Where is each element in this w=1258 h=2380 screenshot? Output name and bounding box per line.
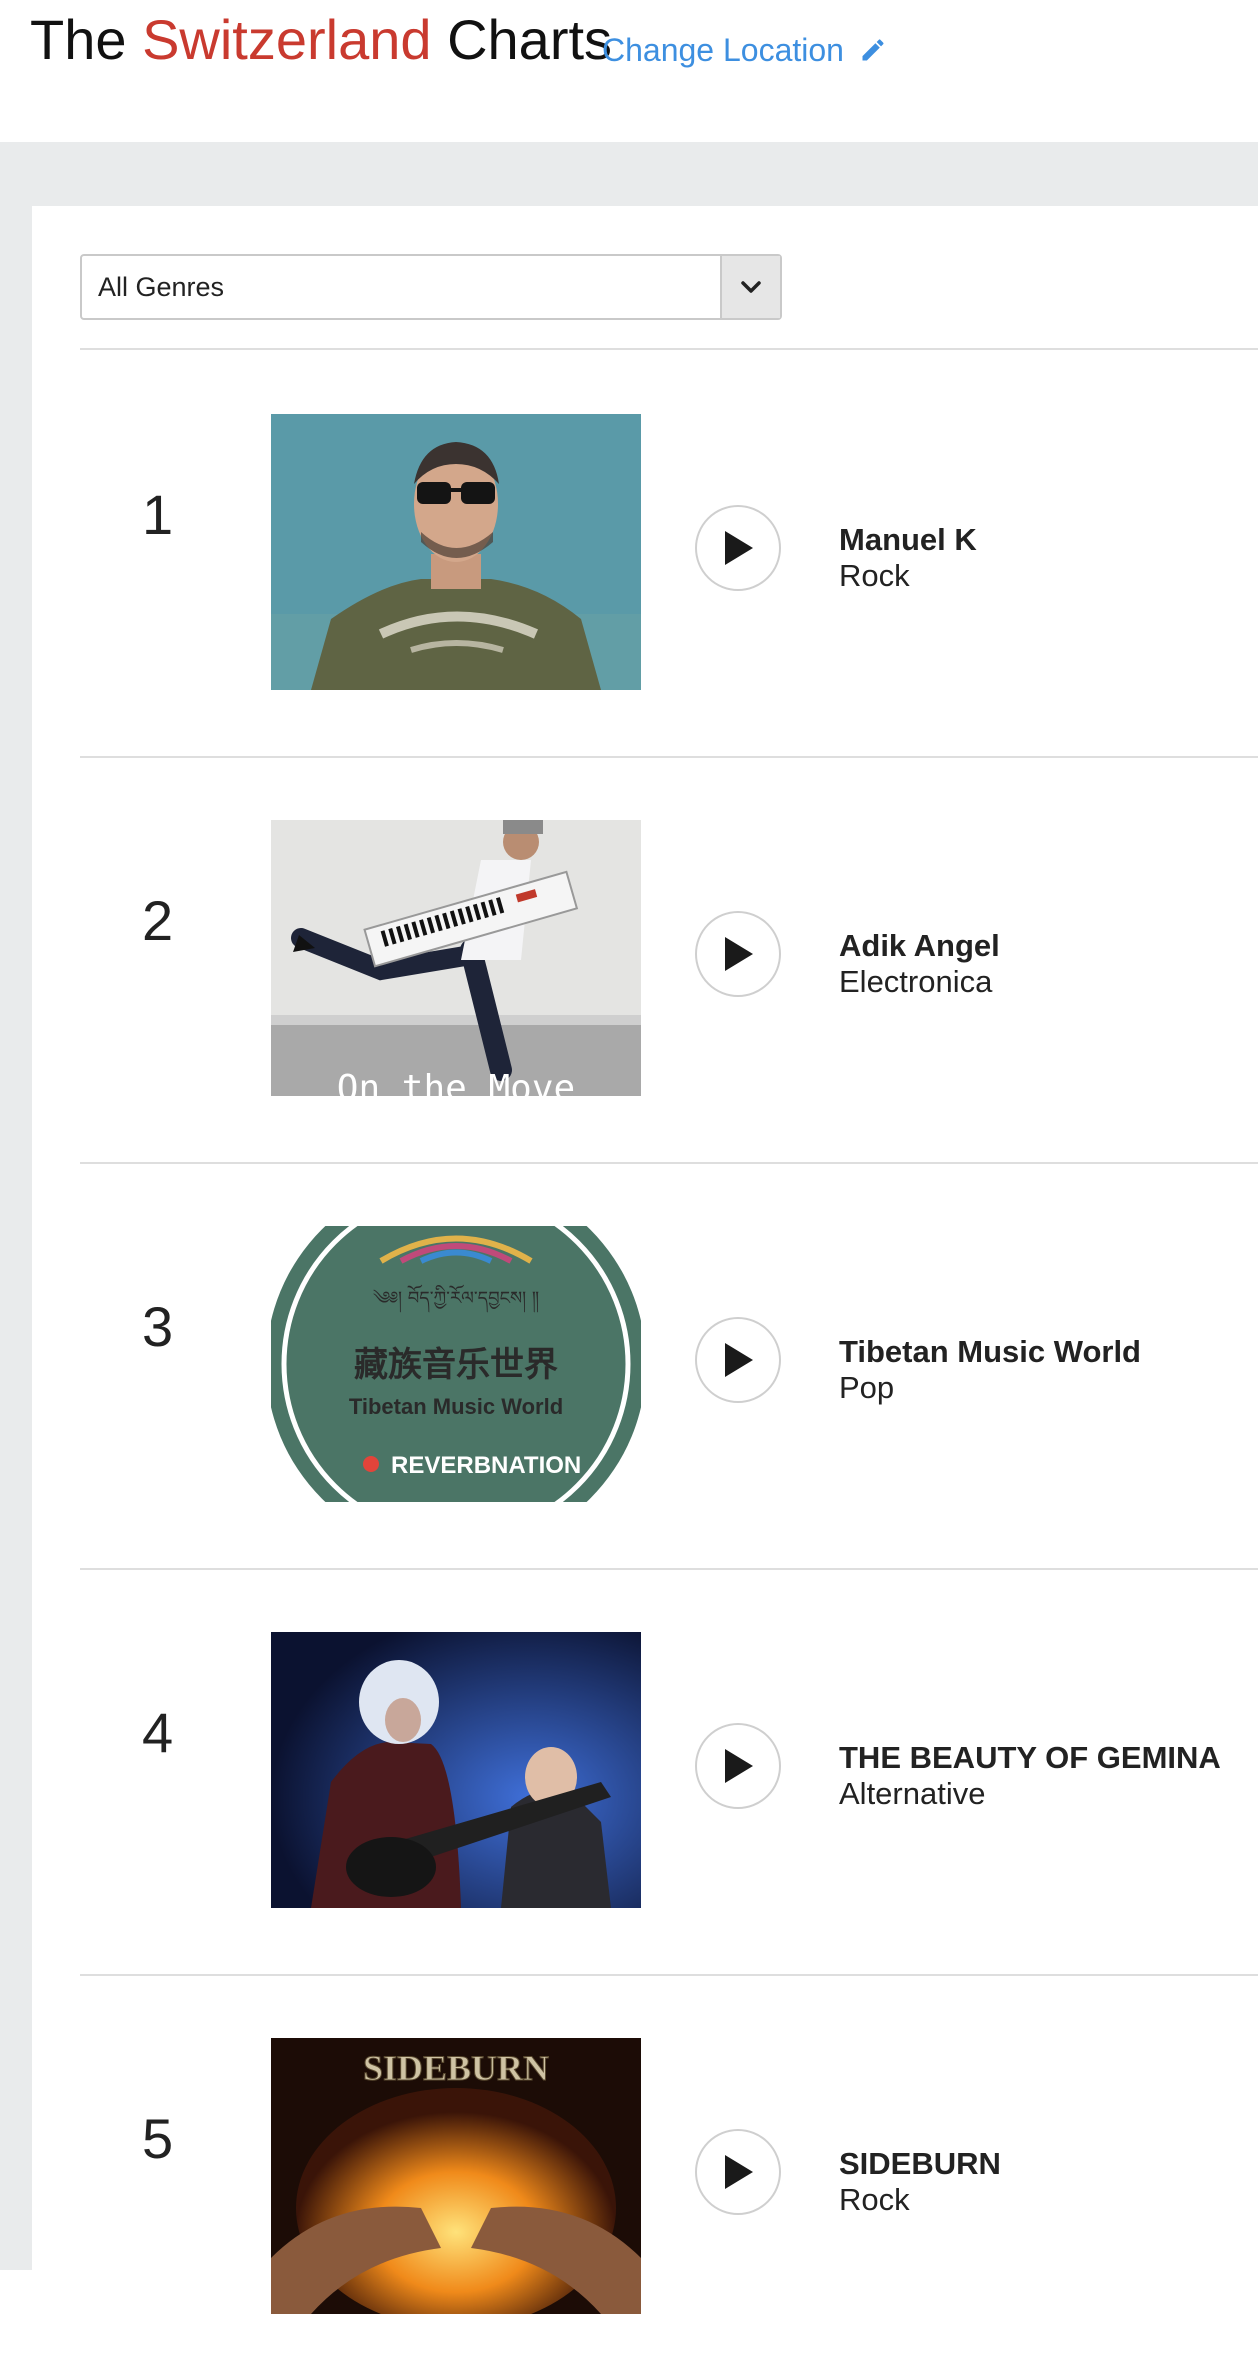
artist-image[interactable]: ༄༅། བོད་ཀྱི་རོལ་དབྱངས། ༎ 藏族音乐世界 Tibetan … [271,1226,641,1502]
artist-image[interactable]: SIDEBURN [271,2038,641,2314]
play-button[interactable] [695,1723,781,1809]
chart-row-4: 4 THE BEAUTY OF GEMINA Alternative [32,1568,1258,1974]
rank-number: 1 [142,483,174,546]
art-title-cn: 藏族音乐世界 [354,1345,558,1385]
art-caption: On the Move [337,1068,575,1096]
rank-number: 3 [142,1295,174,1358]
artist-genre: Pop [839,1370,895,1405]
title-suffix: Charts [447,8,613,71]
artist-name[interactable]: Adik Angel [839,928,1000,964]
artist-image[interactable] [271,1632,641,1908]
chevron-down-icon [741,281,761,293]
chart-row-1: 1 Manuel K Rock [32,350,1258,756]
chart-row-2: 2 On the Move Adik Angel Electronica [32,756,1258,1162]
chart-row-3: 3 ༄༅། བོད་ཀྱི་རོལ་དབྱངས། ༎ 藏族音乐世界 Tibeta… [32,1162,1258,1568]
rank-number: 4 [142,1701,174,1764]
genre-select[interactable]: All Genres [80,254,782,320]
svg-text:༄༅། བོད་ཀྱི་རོལ་དབྱངས། ༎: ༄༅། བོད་ཀྱི་རོལ་དབྱངས། ༎ [373,1284,539,1313]
title-country: Switzerland [142,8,432,71]
art-band-logo: SIDEBURN [363,2048,549,2088]
play-icon [725,1749,753,1783]
change-location-label: Change Location [602,32,844,68]
artist-name[interactable]: Manuel K [839,522,977,558]
page-header: The Switzerland Charts Change Location [0,0,1258,142]
play-button[interactable] [695,1317,781,1403]
play-icon [725,2155,753,2189]
page-title: The Switzerland Charts [30,8,612,72]
art-brand: REVERBNATION [391,1452,581,1479]
art-title-en: Tibetan Music World [349,1394,563,1419]
artist-genre: Rock [839,558,910,593]
play-button[interactable] [695,2129,781,2215]
artist-image[interactable] [271,414,641,690]
play-icon [725,531,753,565]
artist-genre: Alternative [839,1776,986,1811]
rank-number: 2 [142,889,174,952]
artist-image[interactable]: On the Move [271,820,641,1096]
play-icon [725,937,753,971]
genre-select-value: All Genres [98,272,225,302]
select-arrow-button[interactable] [720,256,780,318]
artist-name[interactable]: Tibetan Music World [839,1334,1141,1370]
artist-genre: Rock [839,2182,910,2217]
artist-name[interactable]: SIDEBURN [839,2146,1001,2182]
chart-row-5: 5 SIDEBURN SIDEBURN Rock [32,1974,1258,2380]
artist-name[interactable]: THE BEAUTY OF GEMINA [839,1740,1221,1776]
play-icon [725,1343,753,1377]
pencil-icon [862,39,884,61]
chart-card: All Genres 1 Manuel K Rock 2 On the Move… [32,206,1258,2314]
artist-genre: Electronica [839,964,993,999]
change-location-link[interactable]: Change Location [602,30,887,70]
play-button[interactable] [695,505,781,591]
rank-number: 5 [142,2107,174,2170]
play-button[interactable] [695,911,781,997]
title-prefix: The [30,8,127,71]
